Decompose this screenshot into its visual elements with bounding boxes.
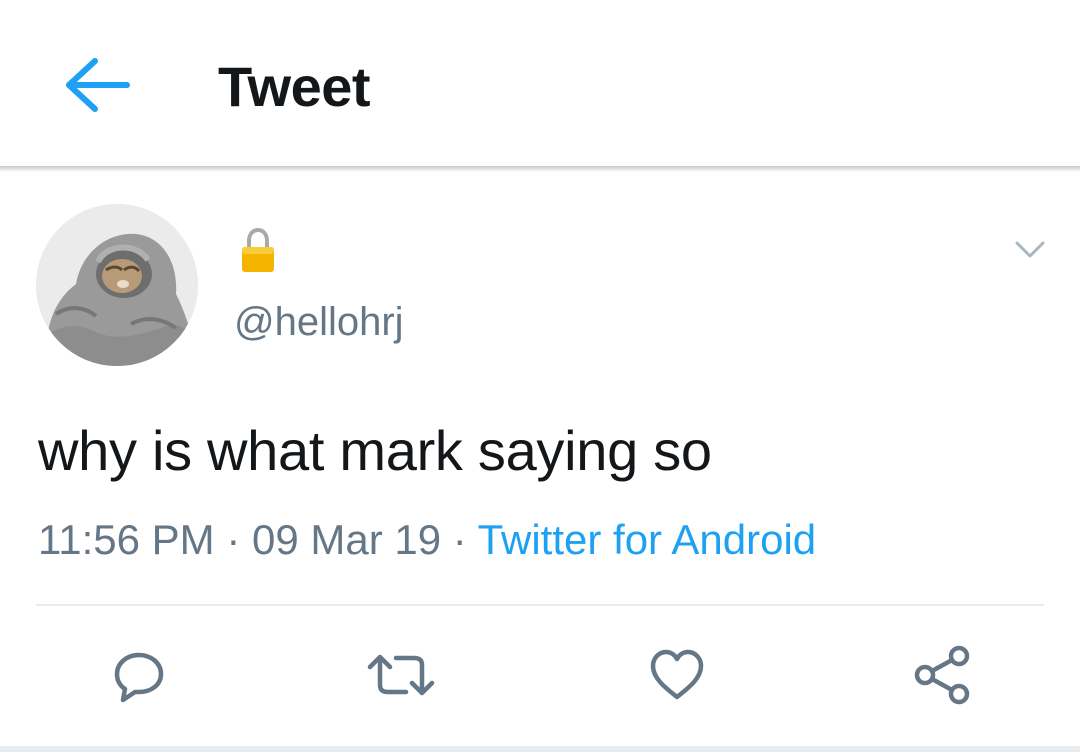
lock-icon <box>240 227 276 274</box>
tweet-text: why is what mark saying so <box>38 419 712 482</box>
meta-separator: · <box>226 516 252 563</box>
avatar-image <box>36 204 198 366</box>
tweet-time: 11:56 PM <box>38 516 215 563</box>
page-title: Tweet <box>218 55 371 118</box>
retweet-button[interactable] <box>366 640 436 710</box>
chevron-down-icon <box>1015 241 1045 258</box>
user-handle[interactable]: @hellohrj <box>234 300 404 345</box>
top-app-bar: Tweet <box>0 0 1080 168</box>
retweet-icon <box>367 654 435 696</box>
tweet-detail-screen: Tweet @hellohrj why is what mark saying … <box>0 0 1080 752</box>
bottom-divider <box>0 746 1080 752</box>
like-button[interactable] <box>642 640 712 710</box>
divider <box>36 604 1044 606</box>
heart-icon <box>650 649 704 700</box>
share-button[interactable] <box>908 640 978 710</box>
back-button[interactable] <box>58 50 134 120</box>
tweet-meta: 11:56 PM · 09 Mar 19 · Twitter for Andro… <box>38 516 816 564</box>
tweet-date: 09 Mar 19 <box>251 516 442 563</box>
avatar[interactable] <box>36 204 198 366</box>
tweet-options-button[interactable] <box>1010 232 1050 268</box>
share-icon <box>914 645 970 705</box>
reply-button[interactable] <box>104 640 174 710</box>
meta-separator: · <box>452 516 478 563</box>
reply-icon <box>114 652 164 703</box>
arrow-left-icon <box>66 58 130 112</box>
tweet-source-link[interactable]: Twitter for Android <box>478 516 816 563</box>
top-bar-shadow <box>0 166 1080 172</box>
